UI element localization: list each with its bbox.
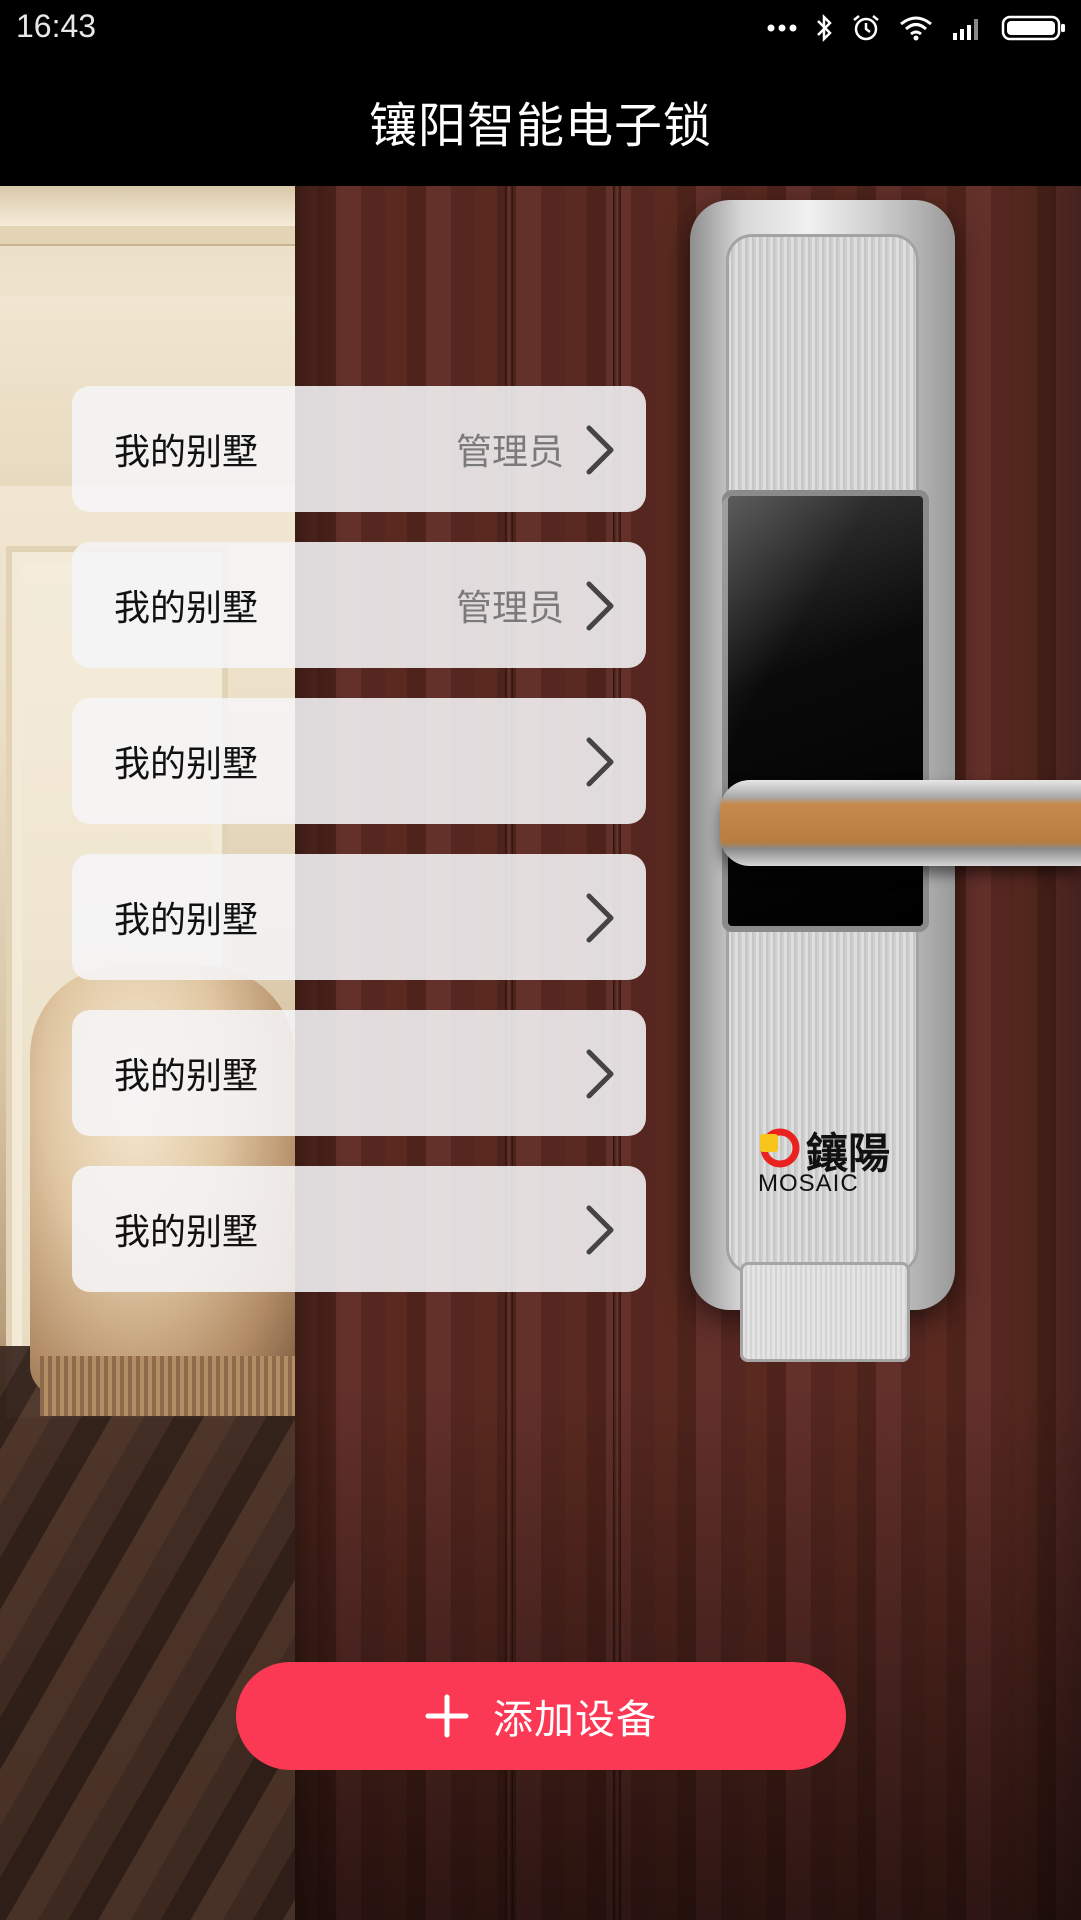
lock-keypad-cover	[740, 1262, 910, 1362]
device-name: 我的别墅	[114, 900, 259, 941]
device-role: 管理员	[455, 432, 564, 473]
device-name: 我的别墅	[114, 1212, 259, 1253]
wifi-icon	[900, 16, 932, 41]
chevron-right-icon	[586, 737, 614, 787]
signal-icon	[953, 19, 978, 40]
device-item[interactable]: 我的别墅	[72, 854, 646, 980]
brand-logo-en: MOSAIC	[758, 1170, 859, 1197]
device-name: 我的别墅	[114, 1056, 259, 1097]
door-shade	[295, 1386, 1081, 1920]
ceiling-molding-trim	[0, 226, 295, 246]
device-name: 我的别墅	[114, 588, 259, 629]
chevron-right-icon	[586, 425, 614, 475]
battery-icon	[1001, 15, 1065, 41]
device-item[interactable]: 我的别墅	[72, 698, 646, 824]
armchair-fringe	[40, 1356, 295, 1416]
bluetooth-icon	[817, 13, 832, 43]
ceiling-molding	[0, 186, 295, 226]
page-title: 镶阳智能电子锁	[368, 98, 712, 154]
chevron-right-icon	[586, 893, 614, 943]
device-item[interactable]: 我的别墅	[72, 1166, 646, 1292]
chevron-right-icon	[586, 1049, 614, 1099]
chevron-right-icon	[586, 581, 614, 631]
status-bar: 16:43	[0, 0, 1081, 56]
device-name: 我的别墅	[114, 744, 259, 785]
room-floor	[0, 1346, 295, 1920]
plus-icon	[425, 1694, 469, 1738]
device-list: 我的别墅 管理员 我的别墅 管理员 我的别墅 我的别墅 我的别墅 我的别墅	[72, 386, 646, 1322]
lock-handle	[720, 780, 1081, 866]
brand-logo-mark-icon	[760, 1128, 800, 1168]
more-dots-icon	[767, 24, 797, 32]
app-header: 镶阳智能电子锁	[0, 56, 1081, 186]
device-role: 管理员	[455, 588, 564, 629]
device-name: 我的别墅	[114, 432, 259, 473]
alarm-icon	[853, 15, 879, 41]
brand-logo: 鑲陽 MOSAIC	[756, 1120, 906, 1200]
add-device-label: 添加设备	[493, 1697, 657, 1743]
device-item[interactable]: 我的别墅	[72, 1010, 646, 1136]
status-icons	[767, 10, 1067, 46]
chevron-right-icon	[586, 1205, 614, 1255]
device-item[interactable]: 我的别墅 管理员	[72, 542, 646, 668]
status-time: 16:43	[16, 8, 97, 44]
device-item[interactable]: 我的别墅 管理员	[72, 386, 646, 512]
add-device-button[interactable]: 添加设备	[236, 1662, 846, 1770]
